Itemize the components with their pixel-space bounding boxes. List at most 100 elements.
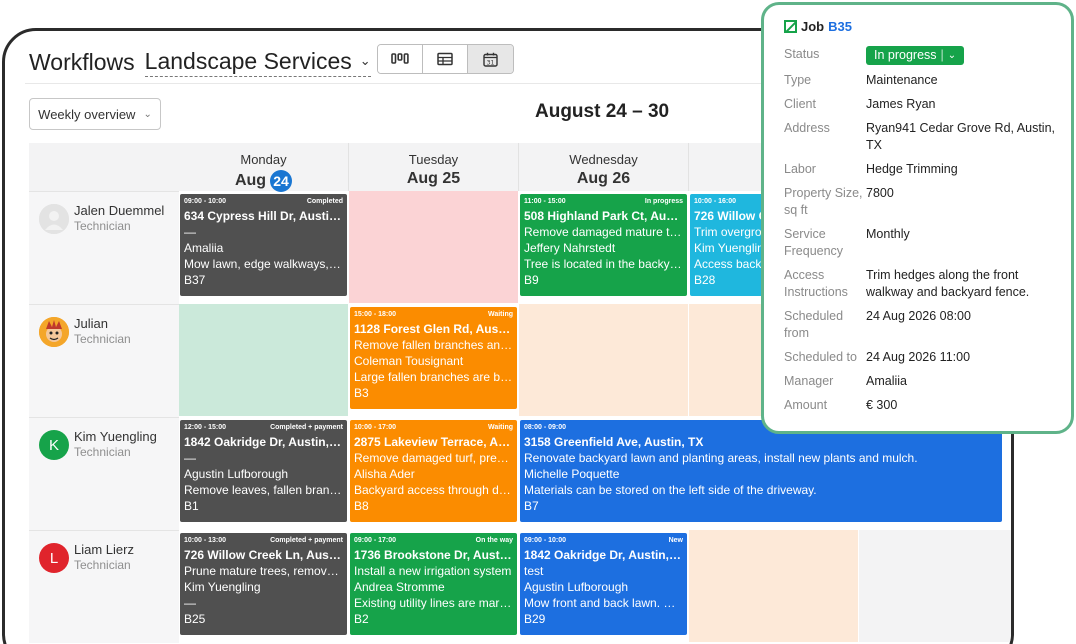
detail-label: Client xyxy=(784,97,816,111)
detail-row: Scheduled from 24 Aug 2026 08:00 xyxy=(784,308,1069,342)
detail-row: Manager Amaliia xyxy=(784,373,1069,390)
job-id: B25 xyxy=(184,612,206,626)
status-dropdown[interactable]: In progress | ⌄ xyxy=(866,46,965,65)
technician-name: Julian xyxy=(74,316,108,331)
details-header: Job B35 xyxy=(784,19,852,34)
job-card-meta: 09:00 - 17:00 On the way xyxy=(354,536,513,545)
day-name: Tuesday xyxy=(408,152,459,167)
calendar-cell[interactable] xyxy=(179,304,348,416)
job-id: B7 xyxy=(524,499,539,513)
table-view-icon xyxy=(437,52,453,66)
today-badge: 24 xyxy=(270,170,293,192)
chevron-down-icon: ⌄ xyxy=(143,108,152,120)
technician-role: Technician xyxy=(74,558,131,572)
chevron-down-icon: ⌄ xyxy=(359,53,371,68)
job-id: B8 xyxy=(354,499,369,513)
day-date: Aug 26 xyxy=(519,170,688,188)
job-card[interactable]: 10:00 - 13:00 Completed + payment 726 Will… xyxy=(180,533,347,635)
detail-value: 7800 xyxy=(866,186,894,200)
period-dropdown[interactable]: Weekly overview ⌄ xyxy=(29,98,161,130)
job-card[interactable]: 08:00 - 09:00 3158 Greenfield Ave, Austin… xyxy=(520,420,1002,522)
job-card[interactable]: 15:00 - 18:00 Waiting 1128 Forest Glen Rd,… xyxy=(350,307,517,409)
job-address: 2875 Lakeview Terrace, Austin, TX xyxy=(354,435,513,449)
job-address: 1842 Oakridge Dr, Austin, TX xyxy=(184,435,343,449)
job-notes: Mow lawn, edge walkways, and blow debris xyxy=(184,257,343,271)
job-id: B37 xyxy=(184,273,206,287)
job-address: 1128 Forest Glen Rd, Austin, TX xyxy=(354,322,513,336)
job-contact: Michelle Poquette xyxy=(524,467,620,481)
table-view-button[interactable] xyxy=(423,45,468,73)
technician-row-header: Jalen Duemmel Technician xyxy=(29,191,179,304)
detail-value: Monthly xyxy=(866,227,910,241)
detail-label: Status xyxy=(784,47,820,61)
job-id: B1 xyxy=(184,499,199,513)
job-description: — xyxy=(184,451,196,465)
job-card-meta: 11:00 - 15:00 In progress xyxy=(524,197,683,206)
detail-value: James Ryan xyxy=(866,97,936,111)
job-card[interactable]: 09:00 - 10:00 New 1842 Oakridge Dr, Austin… xyxy=(520,533,687,635)
day-header: Tuesday Aug 25 xyxy=(349,143,519,191)
calendar-cell[interactable] xyxy=(859,530,1011,642)
job-card[interactable]: 09:00 - 10:00 Completed 634 Cypress Hill D… xyxy=(180,194,347,296)
view-switcher: 31 xyxy=(377,44,514,74)
job-address: 508 Highland Park Ct, Austin, TX xyxy=(524,209,683,223)
job-details-panel: Job B35 Status In progress | ⌄ Type Maintenan… xyxy=(761,2,1074,434)
day-date: Aug 25 xyxy=(349,170,518,188)
technician-name: Jalen Duemmel xyxy=(74,203,165,218)
job-description: Remove damaged turf, prepare soil xyxy=(354,451,513,465)
job-contact: Alisha Ader xyxy=(354,467,415,481)
job-address: 634 Cypress Hill Dr, Austin, TX xyxy=(184,209,343,223)
job-card[interactable]: 10:00 - 17:00 Waiting 2875 Lakeview Terrac… xyxy=(350,420,517,522)
job-description: — xyxy=(184,225,196,239)
job-time: 12:00 - 15:00 xyxy=(184,424,227,431)
job-card[interactable]: 11:00 - 15:00 In progress 508 Highland Par… xyxy=(520,194,687,296)
job-card-meta: 09:00 - 10:00 New xyxy=(524,536,683,545)
detail-value: 24 Aug 2026 08:00 xyxy=(866,309,971,323)
calendar-view-button[interactable]: 31 xyxy=(468,45,513,73)
job-id-link[interactable]: B35 xyxy=(828,19,852,34)
job-contact: Agustin Lufborough xyxy=(184,467,289,481)
job-card-meta: 10:00 - 17:00 Waiting xyxy=(354,423,513,432)
user-placeholder-icon xyxy=(39,204,69,234)
calendar-cell[interactable] xyxy=(519,304,688,416)
job-contact: Amaliia xyxy=(184,241,224,255)
job-status: Completed xyxy=(306,198,343,205)
day-name: Wednesday xyxy=(569,152,638,167)
separator: | xyxy=(940,48,944,62)
detail-label: Property Size, sq ft xyxy=(784,186,863,217)
job-time: 10:00 - 17:00 xyxy=(354,424,397,431)
job-id: B29 xyxy=(524,612,546,626)
detail-row: Address Ryan941 Cedar Grove Rd, Austin, T… xyxy=(784,120,1069,154)
job-time: 08:00 - 09:00 xyxy=(524,424,567,431)
calendar-cell[interactable] xyxy=(689,530,858,642)
day-date-text: Aug xyxy=(234,172,267,189)
detail-label: Amount xyxy=(784,398,828,412)
technician-name: Liam Lierz xyxy=(74,542,134,557)
job-card-meta: 12:00 - 15:00 Completed + payment xyxy=(184,423,343,432)
technician-row-header: L Liam Lierz Technician xyxy=(29,530,179,643)
job-notes: Remove leaves, fallen branches xyxy=(184,483,343,497)
detail-value: € 300 xyxy=(866,398,898,412)
job-card[interactable]: 09:00 - 17:00 On the way 1736 Brookstone D… xyxy=(350,533,517,635)
job-status: Completed + payment xyxy=(270,424,343,431)
job-notes: Large fallen branches are blocking the p… xyxy=(354,370,513,384)
workspace-name: Landscape Services xyxy=(144,47,352,74)
kanban-view-button[interactable] xyxy=(378,45,423,73)
job-address: 1842 Oakridge Dr, Austin, TX xyxy=(524,548,683,562)
job-id: B3 xyxy=(354,386,369,400)
date-range-title: August 24 – 30 xyxy=(535,101,670,122)
job-time: 09:00 - 10:00 xyxy=(184,198,227,205)
app-window: Workflows Landscape Services ⌄ 31 Weekly… xyxy=(0,0,1076,644)
job-address: 3158 Greenfield Ave, Austin, TX xyxy=(524,435,704,449)
detail-row: Type Maintenance xyxy=(784,72,1069,89)
workspace-selector[interactable]: Landscape Services ⌄ xyxy=(144,47,371,77)
detail-row: Amount € 300 xyxy=(784,397,1069,414)
page-title: Workflows xyxy=(29,48,135,75)
job-status: Waiting xyxy=(487,424,513,431)
svg-text:31: 31 xyxy=(487,59,495,66)
calendar-cell[interactable] xyxy=(349,191,518,303)
job-status: New xyxy=(668,537,683,544)
job-card[interactable]: 12:00 - 15:00 Completed + payment 1842 Oak… xyxy=(180,420,347,522)
avatar xyxy=(39,317,69,347)
job-card-meta: 15:00 - 18:00 Waiting xyxy=(354,310,513,319)
